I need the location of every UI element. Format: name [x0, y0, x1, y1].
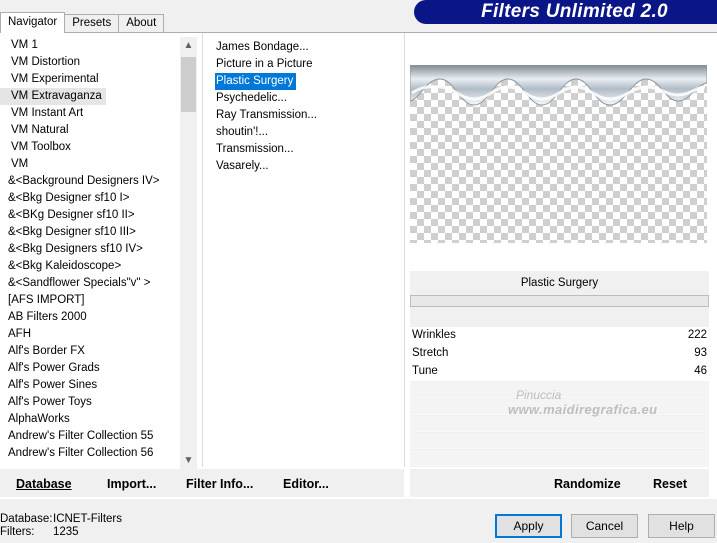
- category-item[interactable]: VM Instant Art: [0, 105, 180, 122]
- category-item[interactable]: VM Experimental: [0, 71, 180, 88]
- filter-item[interactable]: Picture in a Picture: [215, 56, 400, 73]
- category-item[interactable]: VM Toolbox: [0, 139, 180, 156]
- category-item[interactable]: VM Natural: [0, 122, 180, 139]
- category-item[interactable]: &<Bkg Designer sf10 I>: [0, 190, 180, 207]
- tab-about[interactable]: About: [118, 14, 165, 33]
- filter-item[interactable]: Plastic Surgery: [215, 73, 297, 90]
- status-area: Database:ICNET-Filters Filters: 1235: [0, 513, 122, 539]
- category-item[interactable]: &<Bkg Designer sf10 III>: [0, 224, 180, 241]
- category-item[interactable]: AB Filters 2000: [0, 309, 180, 326]
- category-item[interactable]: &<Bkg Kaleidoscope>: [0, 258, 180, 275]
- category-item[interactable]: Andrew's Filter Collection 56: [0, 445, 180, 462]
- tab-navigator[interactable]: Navigator: [0, 12, 66, 33]
- filter-name-bar: [410, 295, 709, 307]
- param-label: Stretch: [412, 347, 449, 359]
- param-value: 93: [694, 347, 707, 359]
- empty-param-slot: [410, 382, 709, 398]
- filter-preview: [410, 65, 707, 243]
- editor-button[interactable]: Editor...: [283, 473, 329, 495]
- param-stretch[interactable]: Stretch 93: [410, 345, 709, 363]
- reset-button[interactable]: Reset: [653, 473, 688, 495]
- param-wrinkles[interactable]: Wrinkles 222: [410, 327, 709, 345]
- category-list[interactable]: VM 1 VM Distortion VM Experimental VM Extra…: [0, 37, 180, 469]
- scroll-down-arrow-icon[interactable]: ▼: [180, 452, 197, 469]
- param-label: Tune: [412, 365, 438, 377]
- preview-image: [410, 65, 707, 106]
- cancel-button[interactable]: Cancel: [571, 514, 638, 538]
- title-banner: Filters Unlimited 2.0: [414, 0, 717, 24]
- filter-info-button[interactable]: Filter Info...: [186, 473, 254, 495]
- filter-item[interactable]: shoutin'!...: [215, 124, 400, 141]
- tab-bar: Navigator Presets About: [0, 12, 165, 33]
- filter-item[interactable]: Psychedelic...: [215, 90, 400, 107]
- category-item[interactable]: VM: [0, 156, 180, 173]
- help-button[interactable]: Help: [648, 514, 715, 538]
- category-item[interactable]: VM 1: [0, 37, 180, 54]
- category-item[interactable]: &<Sandflower Specials"v" >: [0, 275, 180, 292]
- slider-track[interactable]: [410, 363, 709, 381]
- category-item[interactable]: VM Distortion: [0, 54, 180, 71]
- main-panel: VM 1 VM Distortion VM Experimental VM Extra…: [0, 32, 717, 499]
- filters-label: Filters:: [0, 526, 35, 538]
- filter-item[interactable]: Ray Transmission...: [215, 107, 400, 124]
- category-item[interactable]: [AFS IMPORT]: [0, 292, 180, 309]
- database-value: ICNET-Filters: [53, 513, 122, 525]
- filter-item[interactable]: Vasarely...: [215, 158, 400, 175]
- category-item[interactable]: Alf's Power Toys: [0, 394, 180, 411]
- divider: [404, 33, 405, 467]
- category-item[interactable]: &<Background Designers IV>: [0, 173, 180, 190]
- randomize-button[interactable]: Randomize: [554, 473, 621, 495]
- category-item[interactable]: Alf's Power Sines: [0, 377, 180, 394]
- empty-param-slot: [410, 450, 709, 466]
- category-item[interactable]: Alf's Power Grads: [0, 360, 180, 377]
- category-item[interactable]: &<BKg Designer sf10 II>: [0, 207, 180, 224]
- category-item[interactable]: VM Extravaganza: [0, 88, 106, 105]
- category-item[interactable]: Andrew's Filter Collection 55: [0, 428, 180, 445]
- divider: [202, 33, 203, 467]
- category-item[interactable]: &<Bkg Designers sf10 IV>: [0, 241, 180, 258]
- apply-button[interactable]: Apply: [495, 514, 562, 538]
- database-button[interactable]: Database: [16, 473, 72, 495]
- param-value: 222: [687, 329, 707, 341]
- filter-list[interactable]: James Bondage... Picture in a Picture Plas…: [215, 39, 400, 175]
- import-button[interactable]: Import...: [107, 473, 157, 495]
- category-item[interactable]: AlphaWorks: [0, 411, 180, 428]
- param-label: Wrinkles: [412, 329, 456, 341]
- empty-param-slot: [410, 399, 709, 415]
- scroll-up-arrow-icon[interactable]: ▲: [180, 37, 197, 54]
- param-value: 46: [694, 365, 707, 377]
- slider-track[interactable]: [410, 345, 709, 363]
- category-item[interactable]: AFH: [0, 326, 180, 343]
- app-title: Filters Unlimited 2.0: [481, 1, 668, 22]
- category-item[interactable]: Alf's Border FX: [0, 343, 180, 360]
- empty-param-slot: [410, 416, 709, 432]
- filter-item[interactable]: Transmission...: [215, 141, 400, 158]
- tab-presets[interactable]: Presets: [64, 14, 120, 33]
- filters-count: 1235: [53, 526, 79, 538]
- filter-name-label: Plastic Surgery: [520, 277, 599, 289]
- param-tune[interactable]: Tune 46: [410, 363, 709, 381]
- filter-item[interactable]: James Bondage...: [215, 39, 400, 56]
- category-scrollbar[interactable]: ▲ ▼: [180, 37, 197, 469]
- database-label: Database:: [0, 513, 53, 525]
- empty-param-slot: [410, 433, 709, 449]
- scroll-thumb[interactable]: [181, 57, 196, 112]
